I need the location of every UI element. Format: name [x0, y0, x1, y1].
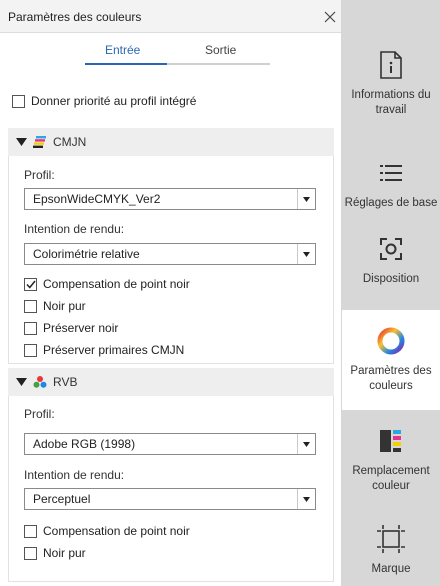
rgb-intent-label: Intention de rendu: [24, 468, 125, 482]
rgb-profile-select[interactable]: Adobe RGB (1998) [24, 433, 316, 455]
sidebar-item-label: Remplacement couleur [352, 465, 430, 492]
sidebar-item-basic-settings[interactable]: Réglages de base [342, 146, 440, 221]
tab-input[interactable]: Entrée [105, 43, 140, 57]
checkbox-box[interactable] [24, 524, 37, 538]
rgb-dots-icon [33, 376, 47, 388]
sidebar-item-job-info[interactable]: Informations du travail [342, 38, 440, 128]
priority-embedded-profile-checkbox[interactable]: Donner priorité au profil intégré [12, 94, 196, 108]
sidebar-item-label: Marque [371, 563, 411, 575]
cmyk-preserve-primaries-checkbox[interactable]: Préserver primaires CMJN [24, 343, 184, 357]
list-icon [380, 156, 402, 190]
checkbox-box[interactable] [12, 94, 25, 108]
cmyk-preserve-black-checkbox[interactable]: Préserver noir [24, 321, 118, 335]
sidebar-item-mark[interactable]: Marque [342, 512, 440, 586]
sidebar-item-layout[interactable]: Disposition [342, 222, 440, 310]
dropdown-arrow[interactable] [297, 189, 315, 209]
cmyk-section-title: CMJN [53, 135, 87, 149]
checkbox-box[interactable] [24, 277, 37, 291]
close-icon [324, 11, 336, 23]
info-document-icon [380, 48, 402, 82]
rgb-profile-label: Profil: [24, 407, 55, 421]
checkmark-icon [25, 280, 36, 289]
side-navigation: Informations du travail Réglages de base… [342, 0, 440, 586]
checkbox-label: Préserver noir [43, 321, 119, 335]
cmyk-intent-select[interactable]: Colorimétrie relative [24, 243, 316, 265]
rgb-profile-value: Adobe RGB (1998) [33, 437, 136, 451]
dropdown-arrow[interactable] [297, 434, 315, 454]
sidebar-item-label: Informations du travail [351, 89, 431, 116]
checkbox-box[interactable] [24, 299, 37, 313]
dropdown-arrow[interactable] [297, 489, 315, 509]
sidebar-item-label: Paramètres des couleurs [350, 365, 432, 392]
checkbox-label: Noir pur [43, 546, 86, 560]
sidebar-item-color-replacement[interactable]: Remplacement couleur [342, 410, 440, 510]
rgb-pure-black-checkbox[interactable]: Noir pur [24, 546, 86, 560]
checkbox-box[interactable] [24, 546, 37, 560]
cmyk-bars-icon [33, 136, 46, 148]
panel-title: Paramètres des couleurs [8, 10, 142, 24]
checkbox-label: Noir pur [43, 299, 86, 313]
collapse-triangle-icon [16, 378, 27, 386]
chevron-down-icon [303, 251, 310, 257]
checkbox-box[interactable] [24, 343, 37, 357]
cmyk-intent-label: Intention de rendu: [24, 222, 125, 236]
cmyk-black-point-compensation-checkbox[interactable]: Compensation de point noir [24, 277, 190, 291]
rgb-section-header[interactable]: RVB [8, 368, 334, 396]
cmyk-profile-select[interactable]: EpsonWideCMYK_Ver2 [24, 188, 316, 210]
crop-mark-icon [377, 522, 405, 556]
tab-bar: Entrée Sortie [0, 33, 342, 69]
chevron-down-icon [303, 496, 310, 502]
close-button[interactable] [318, 4, 342, 30]
sidebar-item-label: Réglages de base [344, 197, 438, 209]
cmyk-intent-value: Colorimétrie relative [33, 247, 140, 261]
rgb-intent-value: Perceptuel [33, 492, 91, 506]
sidebar-item-label: Disposition [362, 273, 420, 285]
rgb-section-title: RVB [53, 375, 78, 389]
rgb-black-point-compensation-checkbox[interactable]: Compensation de point noir [24, 524, 190, 538]
chevron-down-icon [303, 441, 310, 447]
tab-underline-active [85, 63, 167, 65]
cmyk-pure-black-checkbox[interactable]: Noir pur [24, 299, 86, 313]
checkbox-box[interactable] [24, 321, 37, 335]
cmyk-profile-value: EpsonWideCMYK_Ver2 [33, 192, 161, 206]
color-ring-icon [376, 324, 406, 358]
dropdown-arrow[interactable] [297, 244, 315, 264]
color-settings-panel: Paramètres des couleurs Entrée Sortie Do… [0, 0, 342, 586]
panel-header: Paramètres des couleurs [0, 0, 341, 33]
checkbox-label: Compensation de point noir [43, 524, 190, 538]
checkbox-label: Préserver primaires CMJN [43, 343, 185, 357]
cmyk-profile-label: Profil: [24, 168, 55, 182]
rgb-intent-select[interactable]: Perceptuel [24, 488, 316, 510]
cmyk-section-header[interactable]: CMJN [8, 128, 334, 156]
layout-icon [379, 232, 403, 266]
checkbox-label: Compensation de point noir [43, 277, 190, 291]
chevron-down-icon [303, 196, 310, 202]
color-replace-icon [380, 424, 402, 458]
checkbox-label: Donner priorité au profil intégré [31, 94, 197, 108]
collapse-triangle-icon [16, 138, 27, 146]
sidebar-item-color-settings[interactable]: Paramètres des couleurs [342, 310, 440, 410]
tab-output[interactable]: Sortie [205, 43, 236, 57]
